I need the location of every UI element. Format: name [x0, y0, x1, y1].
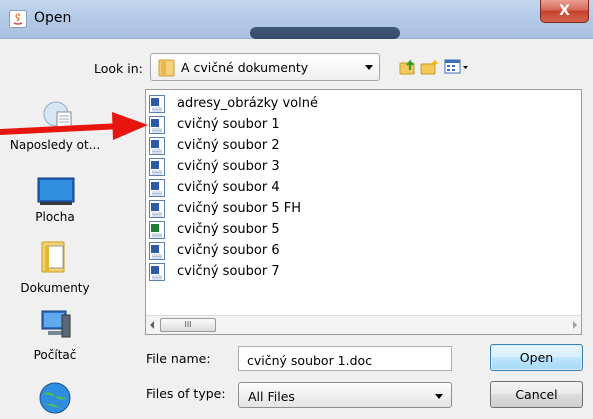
place-network[interactable] [0, 378, 110, 418]
close-button[interactable]: X [540, 0, 589, 23]
word-document-icon [149, 116, 165, 134]
file-type-value: All Files [248, 389, 295, 404]
file-name: cvičný soubor 3 [177, 159, 280, 174]
place-computer[interactable]: Počítač [0, 309, 110, 369]
network-icon [39, 382, 71, 414]
desktop-icon [37, 177, 75, 205]
file-list-item[interactable]: cvičný soubor 6 [149, 241, 349, 261]
look-in-dropdown[interactable]: A cvičné dokumenty [150, 53, 380, 81]
file-list-item[interactable]: cvičný soubor 5 [149, 220, 349, 240]
word-document-icon [149, 137, 165, 155]
file-name: cvičný soubor 4 [177, 180, 280, 195]
new-folder-icon[interactable] [420, 58, 440, 76]
java-app-icon [9, 10, 27, 28]
excel-document-icon [149, 221, 165, 239]
word-document-icon [149, 179, 165, 197]
file-name: cvičný soubor 2 [177, 138, 280, 153]
file-type-dropdown[interactable]: All Files [238, 382, 452, 408]
file-name-label: File name: [146, 351, 211, 366]
file-list-item[interactable]: cvičný soubor 4 [149, 178, 349, 198]
word-document-icon [149, 200, 165, 218]
place-label-documents: Dokumenty [20, 281, 90, 295]
cancel-button[interactable]: Cancel [490, 381, 583, 408]
scroll-left-icon[interactable] [150, 321, 154, 329]
scroll-thumb[interactable]: III [160, 318, 216, 332]
place-desktop[interactable]: Plocha [0, 172, 110, 227]
file-name: cvičný soubor 5 [177, 222, 280, 237]
chevron-down-icon [435, 394, 443, 399]
file-name: cvičný soubor 1 [177, 117, 280, 132]
scroll-right-icon[interactable] [573, 321, 577, 329]
file-type-label: Files of type: [146, 386, 226, 401]
horizontal-scrollbar[interactable]: III [146, 315, 581, 334]
look-in-label: Look in: [94, 61, 143, 76]
title-bar[interactable]: Open X [0, 0, 593, 39]
open-dialog: Open X Look in: A cvičné dokumenty Napos… [0, 0, 593, 419]
word-document-icon [149, 263, 165, 281]
file-list-item[interactable]: cvičný soubor 5 FH [149, 199, 349, 219]
file-list-item[interactable]: cvičný soubor 7 [149, 262, 349, 282]
open-button[interactable]: Open [490, 344, 583, 371]
file-list-item[interactable]: cvičný soubor 3 [149, 157, 349, 177]
blurred-title-region [250, 27, 400, 39]
folder-up-icon[interactable] [398, 58, 418, 76]
word-document-icon [149, 95, 165, 113]
file-list-item[interactable]: adresy_obrázky volné [149, 94, 349, 114]
word-document-icon [149, 242, 165, 260]
file-list-item[interactable]: cvičný soubor 2 [149, 136, 349, 156]
chevron-down-icon [365, 65, 373, 70]
place-label-desktop: Plocha [35, 210, 75, 224]
file-list-item[interactable]: cvičný soubor 1 [149, 115, 349, 135]
look-in-value: A cvičné dokumenty [181, 60, 309, 75]
file-name: cvičný soubor 6 [177, 243, 280, 258]
place-label-computer: Počítač [33, 348, 77, 362]
red-arrow-annotation [0, 112, 148, 140]
file-name: cvičný soubor 5 FH [177, 201, 301, 216]
dialog-title: Open [34, 10, 72, 26]
documents-icon [41, 241, 65, 273]
computer-icon [41, 310, 71, 338]
file-name-input[interactable] [238, 346, 452, 371]
file-name: cvičný soubor 7 [177, 264, 280, 279]
word-document-icon [149, 158, 165, 176]
file-name: adresy_obrázky volné [177, 96, 318, 111]
folder-icon [158, 59, 175, 77]
place-documents[interactable]: Dokumenty [0, 238, 110, 298]
file-list[interactable]: adresy_obrázky volné cvičný soubor 1 cvičn… [145, 89, 582, 335]
view-menu-icon[interactable] [444, 58, 470, 76]
